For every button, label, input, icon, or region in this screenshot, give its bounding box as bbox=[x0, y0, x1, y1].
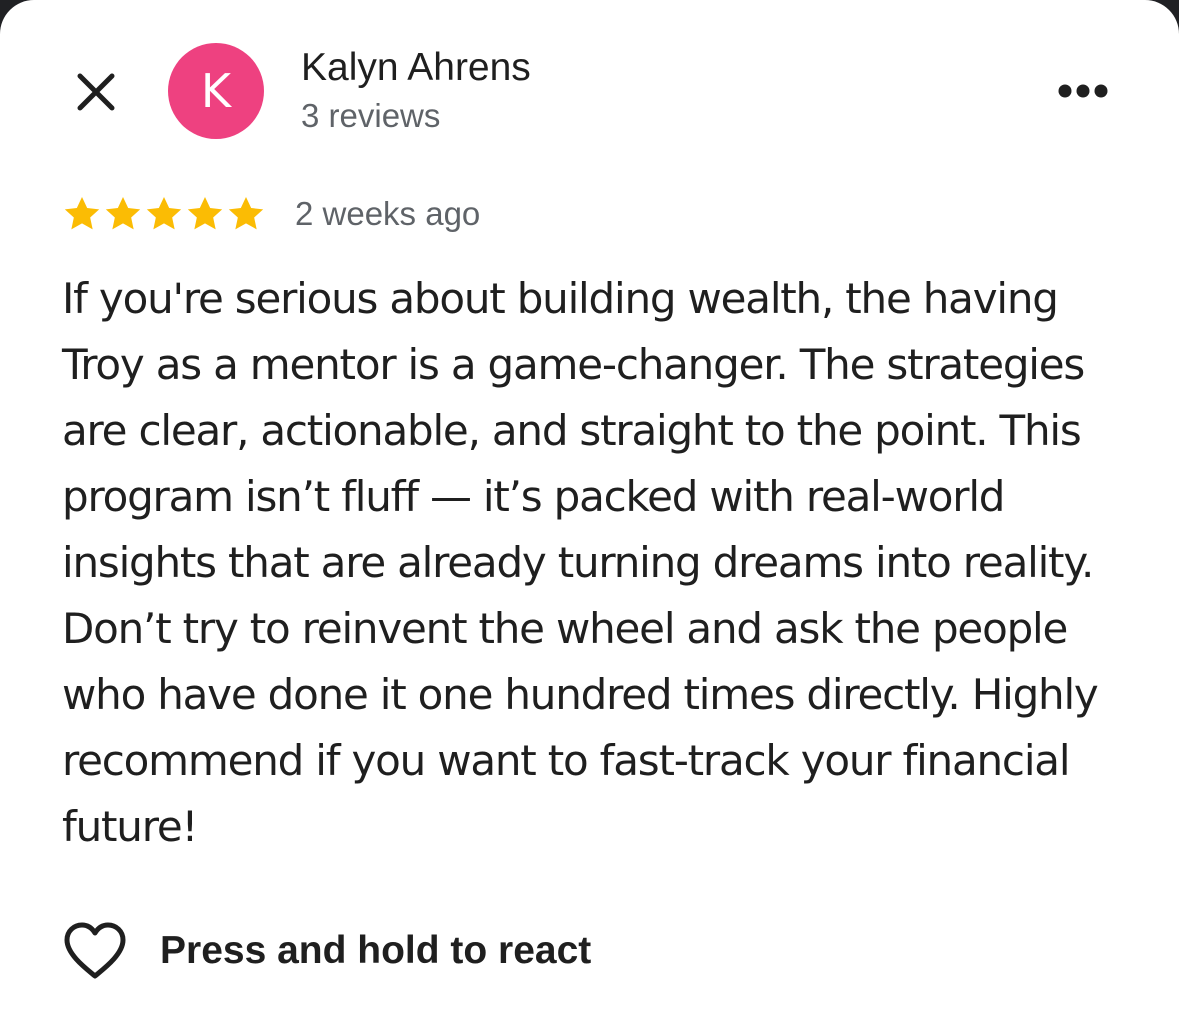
star-icon bbox=[105, 197, 141, 230]
review-text: If you're serious about building wealth,… bbox=[62, 274, 1099, 851]
close-button[interactable] bbox=[66, 62, 126, 122]
author-name[interactable]: Kalyn Ahrens bbox=[301, 46, 531, 90]
review-card: K Kalyn Ahrens 3 reviews 2 weeks ago If … bbox=[0, 0, 1179, 1017]
review-count: 3 reviews bbox=[301, 97, 441, 134]
more-horizontal-icon bbox=[1058, 84, 1108, 98]
star-icon bbox=[228, 197, 264, 230]
star-icon bbox=[146, 197, 182, 230]
close-icon bbox=[77, 73, 115, 111]
star-icon bbox=[64, 197, 100, 230]
review-time: 2 weeks ago bbox=[295, 195, 481, 232]
react-label: Press and hold to react bbox=[160, 929, 592, 972]
star-rating bbox=[62, 194, 267, 234]
react-button[interactable]: Press and hold to react bbox=[62, 918, 591, 984]
rating-row: 2 weeks ago bbox=[62, 190, 480, 238]
avatar-initial: K bbox=[200, 64, 232, 118]
star-icon bbox=[187, 197, 223, 230]
avatar[interactable]: K bbox=[168, 43, 264, 139]
more-options-button[interactable] bbox=[1046, 66, 1120, 116]
heart-outline-icon bbox=[62, 921, 128, 981]
